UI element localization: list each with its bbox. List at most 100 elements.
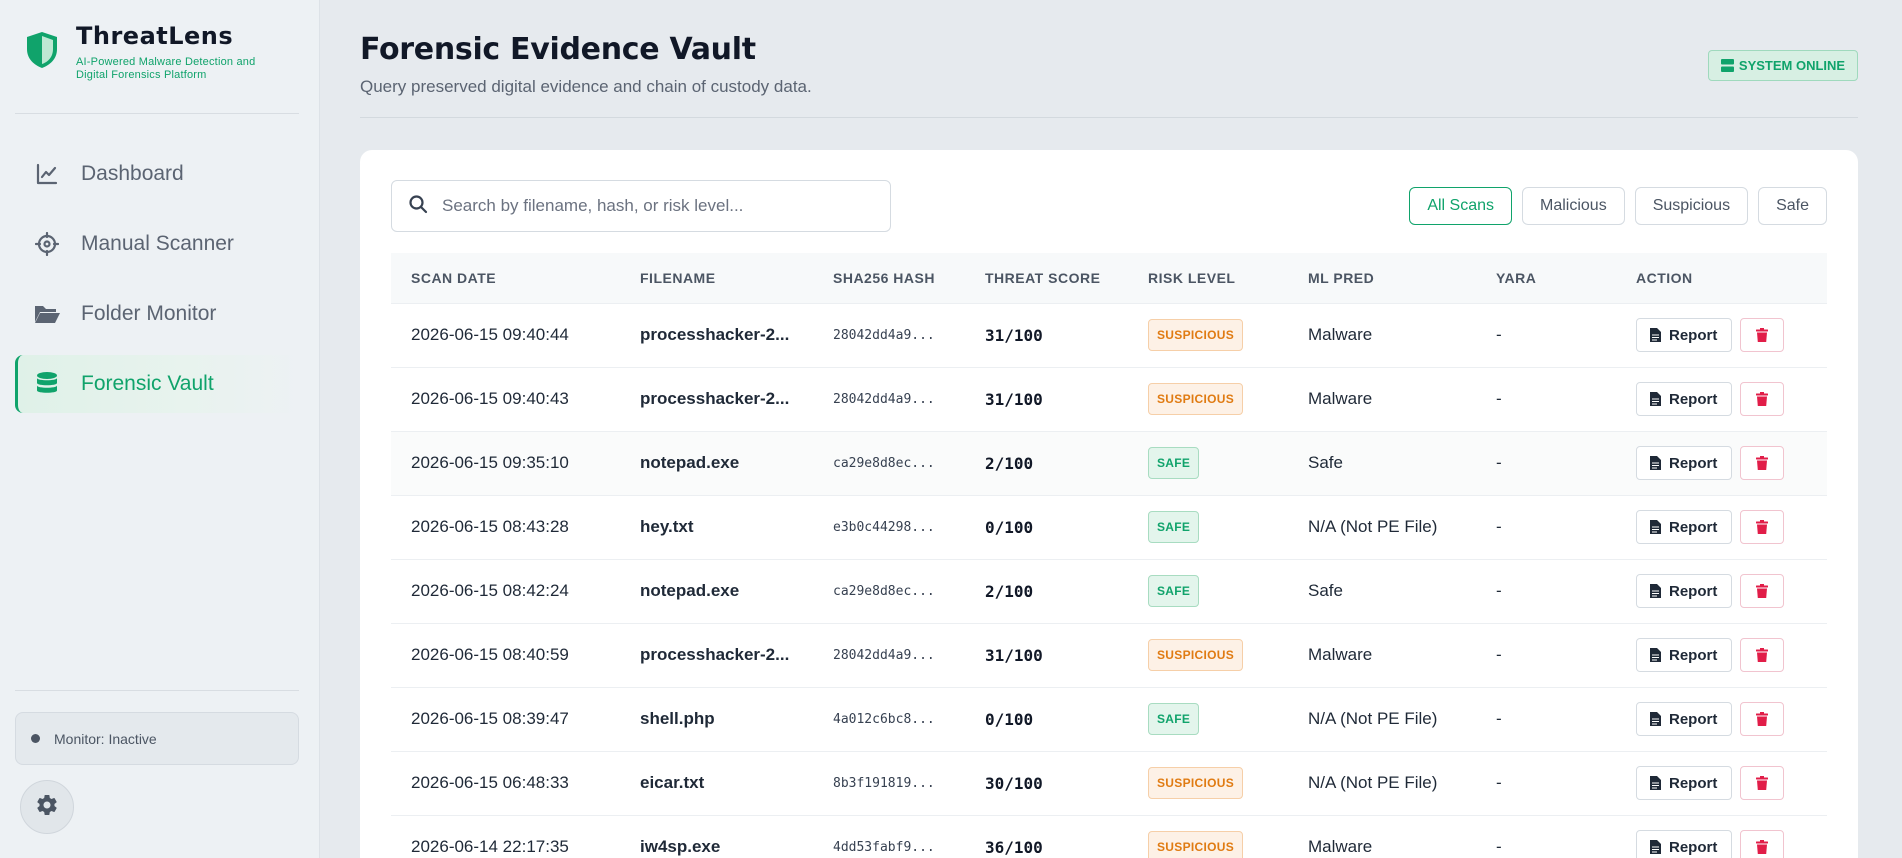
column-header-scan-date[interactable]: SCAN DATE	[391, 253, 620, 304]
filter-safe[interactable]: Safe	[1758, 187, 1827, 225]
app-tagline: AI-Powered Malware Detection and Digital…	[76, 56, 256, 81]
hash-cell: 8b3f191819...	[833, 775, 935, 791]
risk-level-cell: SAFE	[1128, 559, 1288, 623]
search-input[interactable]	[442, 196, 882, 216]
risk-badge: SUSPICIOUS	[1148, 831, 1244, 858]
ml-pred-cell: N/A (Not PE File)	[1308, 517, 1438, 536]
app-name: ThreatLens	[76, 22, 234, 50]
trash-icon	[1756, 776, 1769, 790]
report-label: Report	[1669, 838, 1718, 856]
trash-icon	[1756, 456, 1769, 470]
filename-cell: iw4sp.exe	[640, 837, 721, 856]
trash-icon	[1756, 392, 1769, 406]
risk-level-cell: SAFE	[1128, 495, 1288, 559]
table-row[interactable]: 2026-06-15 09:40:43 processhacker-2... 2…	[391, 367, 1827, 431]
risk-level-cell: SUSPICIOUS	[1128, 623, 1288, 687]
column-header-filename[interactable]: FILENAME	[620, 253, 813, 304]
hash-cell: 4a012c6bc8...	[833, 711, 935, 727]
document-icon	[1650, 840, 1661, 854]
sidebar-item-label: Dashboard	[81, 162, 184, 185]
header-divider	[360, 117, 1858, 118]
action-cell: Report	[1616, 687, 1827, 751]
monitor-status: Monitor: Inactive	[15, 712, 299, 765]
filter-all-scans[interactable]: All Scans	[1409, 187, 1513, 225]
scan-date-cell: 2026-06-15 08:39:47	[411, 709, 569, 728]
delete-button[interactable]	[1740, 510, 1785, 544]
ml-pred-cell: Safe	[1308, 581, 1343, 600]
report-button[interactable]: Report	[1636, 382, 1733, 416]
report-button[interactable]: Report	[1636, 830, 1733, 858]
hash-cell: 28042dd4a9...	[833, 391, 935, 407]
report-button[interactable]: Report	[1636, 766, 1733, 800]
sidebar-item-dashboard[interactable]: Dashboard	[15, 145, 299, 203]
hash-cell: e3b0c44298...	[833, 519, 935, 535]
report-label: Report	[1669, 390, 1718, 408]
filter-suspicious[interactable]: Suspicious	[1634, 187, 1749, 225]
ml-pred-cell: N/A (Not PE File)	[1308, 709, 1438, 728]
delete-button[interactable]	[1740, 638, 1785, 672]
column-header-action: ACTION	[1616, 253, 1827, 304]
sidebar-item-label: Manual Scanner	[81, 232, 234, 255]
action-cell: Report	[1616, 815, 1827, 858]
sidebar-item-manual-scanner[interactable]: Manual Scanner	[15, 215, 299, 273]
column-header-risk-level[interactable]: RISK LEVEL	[1128, 253, 1288, 304]
yara-cell: -	[1496, 837, 1502, 856]
sidebar-item-forensic-vault[interactable]: Forensic Vault	[15, 355, 299, 413]
table-row[interactable]: 2026-06-15 09:35:10 notepad.exe ca29e8d8…	[391, 431, 1827, 495]
delete-button[interactable]	[1740, 382, 1785, 416]
trash-icon	[1756, 840, 1769, 854]
scan-date-cell: 2026-06-15 09:35:10	[411, 453, 569, 472]
risk-badge: SUSPICIOUS	[1148, 767, 1244, 799]
document-icon	[1650, 648, 1661, 662]
table-row[interactable]: 2026-06-15 06:48:33 eicar.txt 8b3f191819…	[391, 751, 1827, 815]
table-row[interactable]: 2026-06-15 08:40:59 processhacker-2... 2…	[391, 623, 1827, 687]
trash-icon	[1756, 712, 1769, 726]
table-row[interactable]: 2026-06-15 08:39:47 shell.php 4a012c6bc8…	[391, 687, 1827, 751]
table-row[interactable]: 2026-06-15 09:40:44 processhacker-2... 2…	[391, 303, 1827, 367]
report-button[interactable]: Report	[1636, 318, 1733, 352]
scan-date-cell: 2026-06-15 08:40:59	[411, 645, 569, 664]
delete-button[interactable]	[1740, 318, 1785, 352]
system-status-label: SYSTEM ONLINE	[1738, 58, 1846, 73]
hash-cell: ca29e8d8ec...	[833, 583, 935, 599]
ml-pred-cell: N/A (Not PE File)	[1308, 773, 1438, 792]
table-row[interactable]: 2026-06-14 22:17:35 iw4sp.exe 4dd53fabf9…	[391, 815, 1827, 858]
report-label: Report	[1669, 646, 1718, 664]
column-header-yara[interactable]: YARA	[1476, 253, 1616, 304]
trash-icon	[1756, 648, 1769, 662]
report-button[interactable]: Report	[1636, 638, 1733, 672]
search-icon	[408, 194, 428, 219]
report-label: Report	[1669, 710, 1718, 728]
delete-button[interactable]	[1740, 574, 1785, 608]
status-dot-icon	[31, 734, 40, 743]
brand[interactable]: ThreatLens AI-Powered Malware Detection …	[24, 22, 286, 82]
column-header-ml-pred[interactable]: ML PRED	[1288, 253, 1476, 304]
table-row[interactable]: 2026-06-15 08:43:28 hey.txt e3b0c44298..…	[391, 495, 1827, 559]
filename-cell: notepad.exe	[640, 453, 740, 472]
gear-icon	[35, 793, 59, 822]
delete-button[interactable]	[1740, 446, 1785, 480]
risk-badge: SUSPICIOUS	[1148, 319, 1244, 351]
delete-button[interactable]	[1740, 830, 1785, 858]
report-button[interactable]: Report	[1636, 510, 1733, 544]
delete-button[interactable]	[1740, 766, 1785, 800]
column-header-threat-score[interactable]: THREAT SCORE	[965, 253, 1128, 304]
threat-score-cell: 36/100	[985, 837, 1043, 857]
sidebar-item-folder-monitor[interactable]: Folder Monitor	[15, 285, 299, 343]
database-icon	[33, 370, 61, 398]
report-button[interactable]: Report	[1636, 702, 1733, 736]
report-label: Report	[1669, 326, 1718, 344]
report-button[interactable]: Report	[1636, 574, 1733, 608]
risk-badge: SAFE	[1148, 511, 1200, 543]
column-header-hash[interactable]: SHA256 HASH	[813, 253, 965, 304]
filename-cell: processhacker-2...	[640, 325, 790, 344]
yara-cell: -	[1496, 645, 1502, 664]
risk-level-cell: SUSPICIOUS	[1128, 367, 1288, 431]
report-button[interactable]: Report	[1636, 446, 1733, 480]
action-cell: Report	[1616, 623, 1827, 687]
settings-button[interactable]	[20, 780, 74, 834]
delete-button[interactable]	[1740, 702, 1785, 736]
sidebar: ThreatLens AI-Powered Malware Detection …	[0, 0, 320, 858]
filter-malicious[interactable]: Malicious	[1522, 187, 1625, 225]
table-row[interactable]: 2026-06-15 08:42:24 notepad.exe ca29e8d8…	[391, 559, 1827, 623]
